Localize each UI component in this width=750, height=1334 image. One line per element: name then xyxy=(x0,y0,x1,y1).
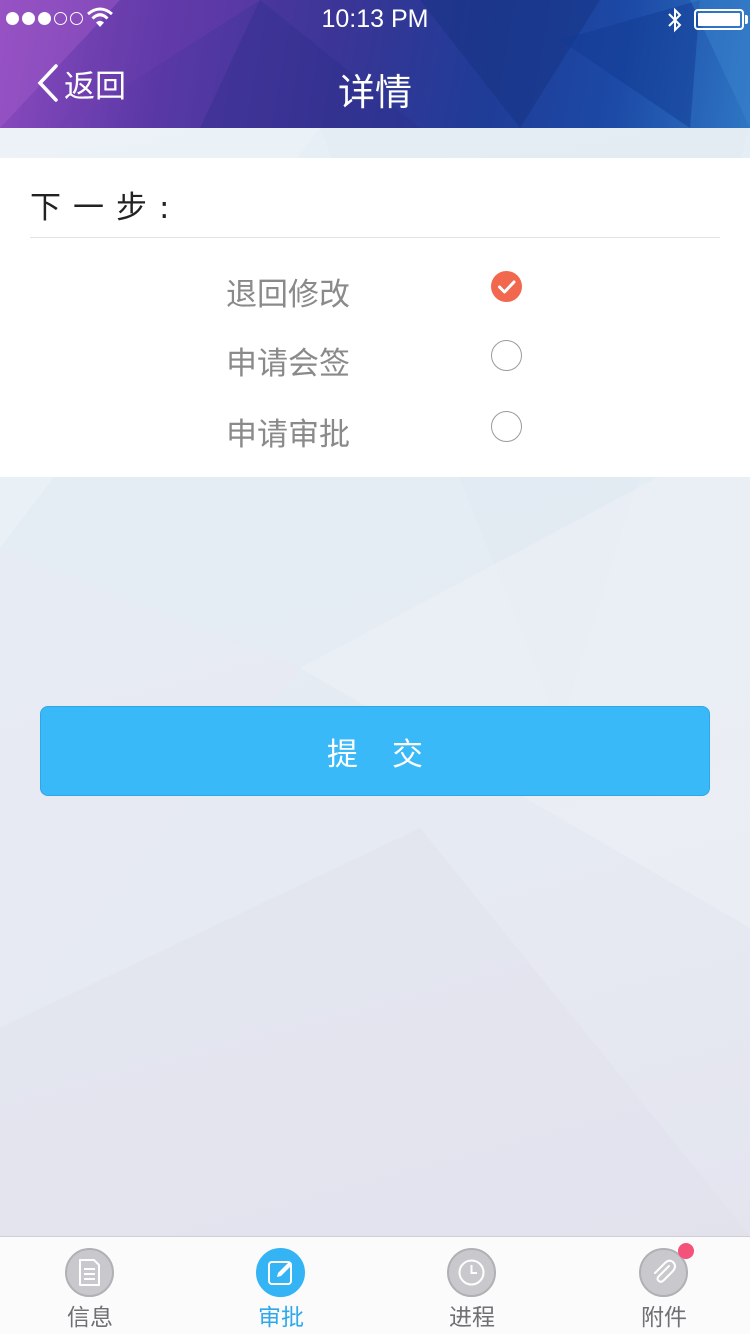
edit-icon xyxy=(256,1248,305,1297)
next-step-label: 下一步: xyxy=(30,190,182,226)
document-icon xyxy=(65,1248,114,1297)
radio-unchecked-icon[interactable] xyxy=(491,411,522,442)
tab-approval[interactable]: 审批 xyxy=(211,1237,351,1334)
option-return-modify[interactable]: 退回修改 xyxy=(0,257,750,319)
radio-unchecked-icon[interactable] xyxy=(491,340,522,371)
tab-label: 进程 xyxy=(449,1305,495,1331)
option-label: 退回修改 xyxy=(226,277,350,313)
option-request-countersign[interactable]: 申请会签 xyxy=(0,326,750,388)
next-step-panel: 下一步: 退回修改 申请会签 申请审批 xyxy=(0,158,750,477)
tab-label: 审批 xyxy=(258,1305,304,1331)
tab-attachments[interactable]: 附件 xyxy=(594,1237,734,1334)
header: 10:13 PM 返回 详情 xyxy=(0,0,750,128)
status-time: 10:13 PM xyxy=(321,5,429,33)
option-label: 申请会签 xyxy=(226,346,350,382)
bluetooth-icon xyxy=(668,7,682,33)
divider xyxy=(30,237,720,238)
clock-icon xyxy=(447,1248,496,1297)
notification-badge xyxy=(678,1243,694,1259)
tab-info[interactable]: 信息 xyxy=(20,1237,160,1334)
battery-icon xyxy=(694,9,744,30)
page-title: 详情 xyxy=(338,71,412,114)
submit-button[interactable]: 提交 xyxy=(40,706,710,796)
tab-label: 信息 xyxy=(67,1305,113,1331)
battery-tip xyxy=(745,15,748,24)
tab-label: 附件 xyxy=(641,1305,687,1331)
option-label: 申请审批 xyxy=(226,417,350,453)
option-request-approval[interactable]: 申请审批 xyxy=(0,397,750,459)
radio-checked-icon[interactable] xyxy=(491,271,522,302)
tab-bar: 信息 审批 进程 附件 xyxy=(0,1236,750,1334)
tab-progress[interactable]: 进程 xyxy=(402,1237,542,1334)
status-bar: 10:13 PM xyxy=(0,0,750,40)
